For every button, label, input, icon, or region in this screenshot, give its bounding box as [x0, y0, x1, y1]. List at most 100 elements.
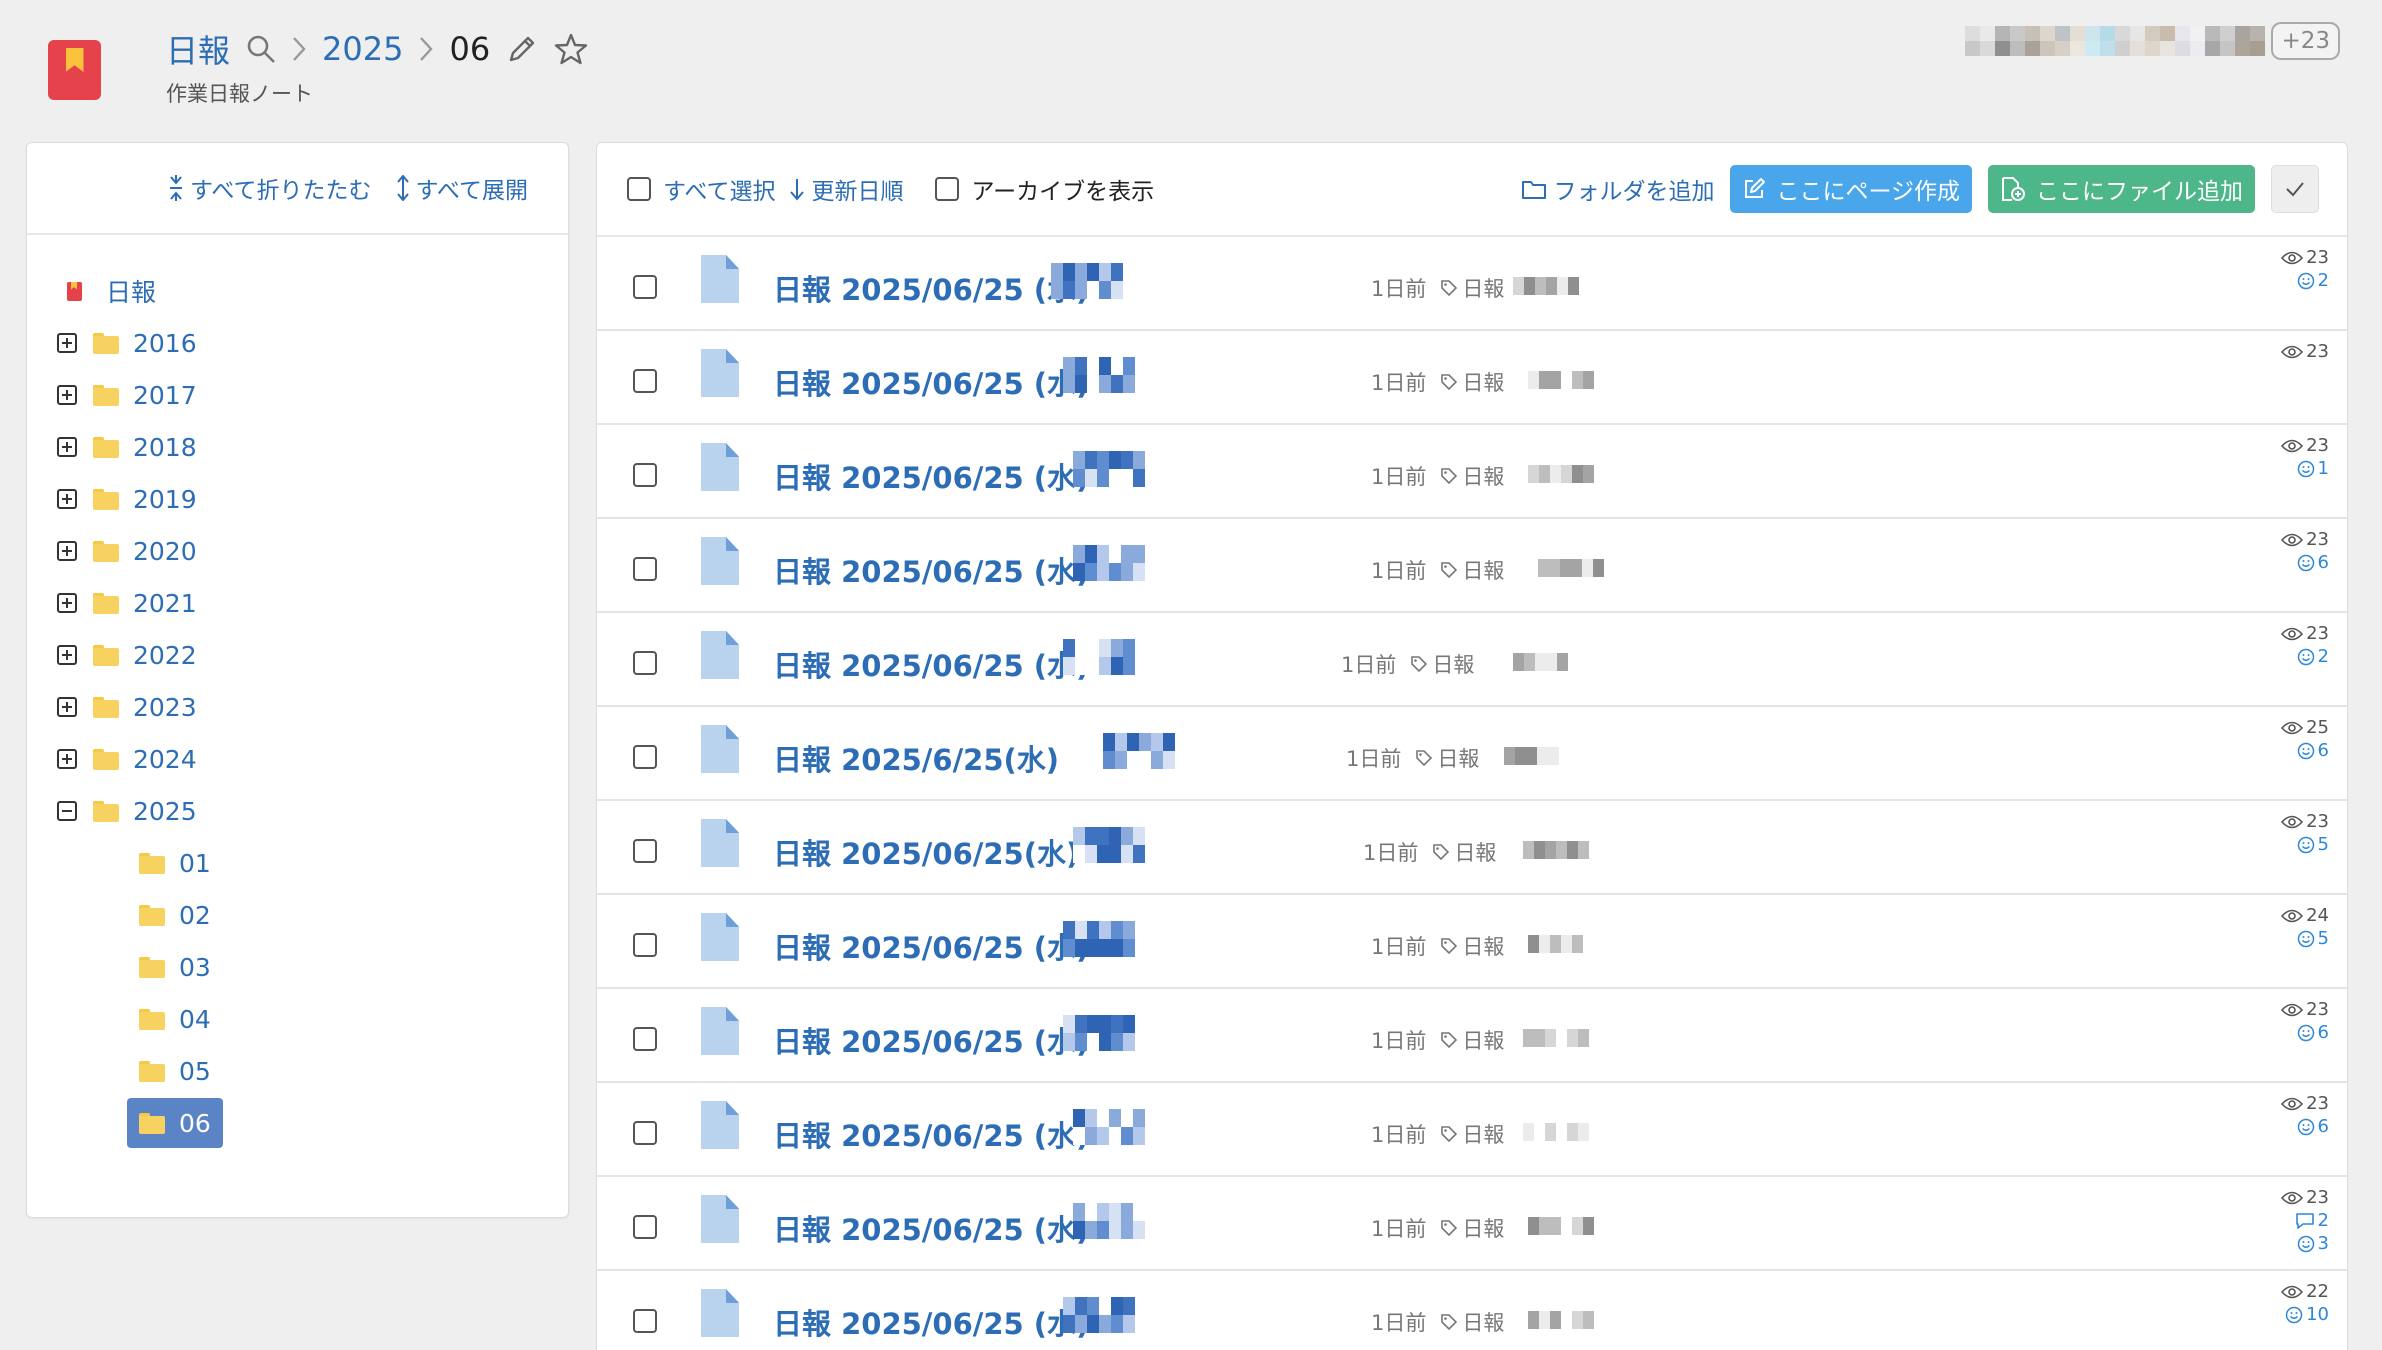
- tree-month[interactable]: 03: [27, 941, 568, 993]
- expand-toggle-icon[interactable]: [57, 593, 77, 613]
- breadcrumb-root[interactable]: 日報: [166, 26, 230, 72]
- page-title-link[interactable]: 日報 2025/06/25 (水): [773, 1113, 1089, 1155]
- member-avatar[interactable]: [2115, 26, 2146, 56]
- page-title-link[interactable]: 日報 2025/06/25 (水): [773, 455, 1089, 497]
- breadcrumb-year[interactable]: 2025: [322, 30, 403, 68]
- tag-chip[interactable]: 日報: [1440, 273, 1504, 303]
- pencil-icon[interactable]: [506, 33, 538, 65]
- row-checkbox[interactable]: [633, 369, 657, 393]
- member-avatars[interactable]: [1965, 26, 2266, 56]
- tree-year[interactable]: 2023: [27, 681, 568, 733]
- page-row[interactable]: 日報 2025/06/25 (水) 1日前 日報 24 5: [597, 895, 2347, 989]
- tree-month[interactable]: 04: [27, 993, 568, 1045]
- member-overflow-badge[interactable]: +23: [2271, 22, 2340, 60]
- tag-chip[interactable]: 日報: [1410, 649, 1474, 679]
- row-checkbox[interactable]: [633, 1215, 657, 1239]
- page-title-link[interactable]: 日報 2025/06/25(水): [773, 831, 1079, 873]
- page-title-link[interactable]: 日報 2025/06/25 (水): [773, 925, 1089, 967]
- expand-toggle-icon[interactable]: [57, 749, 77, 769]
- member-avatar[interactable]: [2025, 26, 2056, 56]
- bulk-check-button[interactable]: [2271, 165, 2319, 213]
- add-folder-button[interactable]: フォルダを追加: [1521, 172, 1714, 206]
- collapse-all-button[interactable]: すべて折りたたむ: [168, 171, 372, 205]
- page-row[interactable]: 日報 2025/06/25 (水) 1日前 日報 23: [597, 331, 2347, 425]
- tag-chip[interactable]: 日報: [1440, 1307, 1504, 1337]
- tag-chip[interactable]: 日報: [1415, 743, 1479, 773]
- member-avatar[interactable]: [2085, 26, 2116, 56]
- member-avatar[interactable]: [2055, 26, 2086, 56]
- page-row[interactable]: 日報 2025/6/25(水) 1日前 日報 25 6: [597, 707, 2347, 801]
- collapse-toggle-icon[interactable]: [57, 801, 77, 821]
- tree-month[interactable]: 06: [27, 1097, 568, 1149]
- expand-toggle-icon[interactable]: [57, 333, 77, 353]
- show-archive-control[interactable]: アーカイブを表示: [935, 172, 1154, 206]
- member-avatar[interactable]: [1995, 26, 2026, 56]
- tree-year-open[interactable]: 2025: [27, 785, 568, 837]
- member-list[interactable]: +23: [1965, 22, 2340, 60]
- page-title-link[interactable]: 日報 2025/06/25 (水): [773, 267, 1089, 309]
- tree-month-item[interactable]: 03: [127, 942, 223, 992]
- create-page-button[interactable]: ここにページ作成: [1730, 165, 1972, 213]
- select-all-checkbox[interactable]: [627, 177, 651, 201]
- tree-year[interactable]: 2019: [27, 473, 568, 525]
- tag-chip[interactable]: 日報: [1440, 1025, 1504, 1055]
- tree-year[interactable]: 2024: [27, 733, 568, 785]
- expand-toggle-icon[interactable]: [57, 437, 77, 457]
- member-avatar[interactable]: [2175, 26, 2206, 56]
- star-icon[interactable]: [554, 33, 588, 65]
- search-icon[interactable]: [246, 34, 276, 64]
- tag-chip[interactable]: 日報: [1440, 555, 1504, 585]
- expand-toggle-icon[interactable]: [57, 645, 77, 665]
- page-row[interactable]: 日報 2025/06/25 (水) 1日前 日報 23 1: [597, 425, 2347, 519]
- page-row[interactable]: 日報 2025/06/25 (水) 1日前 日報 23 6: [597, 1083, 2347, 1177]
- tree-month[interactable]: 05: [27, 1045, 568, 1097]
- tag-chip[interactable]: 日報: [1440, 1119, 1504, 1149]
- member-avatar[interactable]: [2235, 26, 2266, 56]
- tag-chip[interactable]: 日報: [1440, 1213, 1504, 1243]
- row-checkbox[interactable]: [633, 1309, 657, 1333]
- page-row[interactable]: 日報 2025/06/25 (水) 1日前 日報 23 2 3: [597, 1177, 2347, 1271]
- notebook-logo[interactable]: [48, 40, 101, 100]
- tree-month-item[interactable]: 05: [127, 1046, 223, 1096]
- row-checkbox[interactable]: [633, 463, 657, 487]
- show-archive-checkbox[interactable]: [935, 177, 960, 201]
- page-title-link[interactable]: 日報 2025/06/25 (水): [773, 1301, 1089, 1343]
- expand-toggle-icon[interactable]: [57, 385, 77, 405]
- row-checkbox[interactable]: [633, 839, 657, 863]
- tag-chip[interactable]: 日報: [1440, 367, 1504, 397]
- row-checkbox[interactable]: [633, 651, 657, 675]
- expand-toggle-icon[interactable]: [57, 489, 77, 509]
- tree-month-item[interactable]: 06: [127, 1098, 223, 1148]
- tree-month-item[interactable]: 01: [127, 838, 223, 888]
- page-title-link[interactable]: 日報 2025/06/25 (水): [773, 549, 1089, 591]
- tag-chip[interactable]: 日報: [1432, 837, 1496, 867]
- tree-year[interactable]: 2021: [27, 577, 568, 629]
- page-title-link[interactable]: 日報 2025/06/25 (水): [773, 643, 1089, 685]
- row-checkbox[interactable]: [633, 1121, 657, 1145]
- select-all-control[interactable]: すべて選択: [627, 172, 775, 206]
- member-avatar[interactable]: [2205, 26, 2236, 56]
- expand-all-button[interactable]: すべて展開: [396, 171, 528, 205]
- tree-root[interactable]: 日報: [27, 265, 568, 317]
- page-row[interactable]: 日報 2025/06/25 (水) 1日前 日報 23 6: [597, 519, 2347, 613]
- page-row[interactable]: 日報 2025/06/25 (水) 1日前 日報 22 10: [597, 1271, 2347, 1350]
- tree-year[interactable]: 2017: [27, 369, 568, 421]
- tree-month[interactable]: 01: [27, 837, 568, 889]
- tree-year[interactable]: 2022: [27, 629, 568, 681]
- expand-toggle-icon[interactable]: [57, 697, 77, 717]
- row-checkbox[interactable]: [633, 745, 657, 769]
- page-title-link[interactable]: 日報 2025/06/25 (水): [773, 361, 1089, 403]
- expand-toggle-icon[interactable]: [57, 541, 77, 561]
- page-row[interactable]: 日報 2025/06/25 (水) 1日前 日報 23 2: [597, 237, 2347, 331]
- row-checkbox[interactable]: [633, 557, 657, 581]
- tree-year[interactable]: 2020: [27, 525, 568, 577]
- page-row[interactable]: 日報 2025/06/25(水) 1日前 日報 23 5: [597, 801, 2347, 895]
- sort-button[interactable]: 更新日順: [789, 172, 903, 206]
- tree-month[interactable]: 02: [27, 889, 568, 941]
- row-checkbox[interactable]: [633, 275, 657, 299]
- tag-chip[interactable]: 日報: [1440, 931, 1504, 961]
- tree-month-item[interactable]: 04: [127, 994, 223, 1044]
- tree-month-item[interactable]: 02: [127, 890, 223, 940]
- page-row[interactable]: 日報 2025/06/25 (水) 1日前 日報 23 2: [597, 613, 2347, 707]
- page-title-link[interactable]: 日報 2025/6/25(水): [773, 737, 1059, 779]
